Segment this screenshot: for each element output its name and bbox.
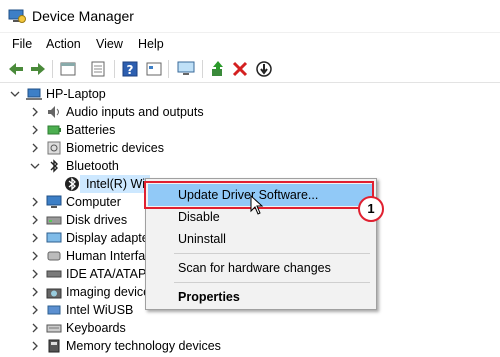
tree-item-label: Keyboards: [66, 321, 126, 335]
forward-icon[interactable]: [28, 59, 48, 79]
update-driver-icon[interactable]: [208, 59, 228, 79]
device-manager-icon: [8, 9, 26, 23]
bluetooth-icon: [50, 159, 58, 173]
ide-controller-icon: [46, 270, 62, 278]
svg-text:?: ?: [127, 63, 134, 77]
camera-icon: [46, 288, 62, 299]
tree-item-batteries[interactable]: Batteries: [0, 121, 500, 139]
chevron-right-icon[interactable]: [30, 283, 40, 301]
tree-root[interactable]: HP-Laptop: [0, 85, 500, 103]
menu-item-properties[interactable]: Properties: [146, 286, 376, 308]
tree-item-memory-technology[interactable]: Memory technology devices: [0, 337, 500, 355]
bluetooth-icon: [65, 177, 79, 191]
menu-view[interactable]: View: [96, 37, 123, 51]
tree-item-keyboards[interactable]: Keyboards: [0, 319, 500, 337]
toolbar: ?: [0, 56, 500, 83]
toolbar-separator: [114, 60, 115, 78]
menu-help[interactable]: Help: [138, 37, 164, 51]
disk-drive-icon: [46, 216, 62, 225]
chevron-right-icon[interactable]: [30, 301, 40, 319]
speaker-icon: [48, 106, 59, 118]
chevron-down-icon[interactable]: [30, 157, 40, 175]
toolbar-separator: [168, 60, 169, 78]
tree-item-label: Batteries: [66, 123, 116, 137]
title-bar: Device Manager: [0, 0, 500, 33]
tree-item-label: Intel WiUSB: [66, 303, 134, 317]
chevron-right-icon[interactable]: [30, 265, 40, 283]
hid-icon: [47, 251, 61, 261]
chevron-down-icon[interactable]: [10, 85, 20, 103]
usb-device-icon: [47, 305, 61, 315]
display-adapter-icon: [46, 232, 62, 243]
laptop-icon: [26, 88, 42, 100]
chevron-right-icon[interactable]: [30, 139, 40, 157]
disable-icon[interactable]: [254, 59, 274, 79]
tree-item-label: Human Interfa: [66, 249, 146, 263]
menu-file[interactable]: File: [12, 37, 32, 51]
chevron-right-icon[interactable]: [30, 211, 40, 229]
tree-item-label: Display adapte: [66, 231, 149, 245]
chevron-right-icon[interactable]: [30, 121, 40, 139]
tree-item-bluetooth[interactable]: Bluetooth: [0, 157, 500, 175]
menu-bar: File Action View Help: [0, 33, 500, 55]
window-title: Device Manager: [32, 8, 134, 24]
show-hidden-icon[interactable]: [88, 59, 108, 79]
chevron-right-icon[interactable]: [30, 337, 40, 355]
uninstall-icon[interactable]: [230, 59, 250, 79]
computer-icon: [46, 195, 62, 208]
view-icon[interactable]: [144, 59, 164, 79]
tree-item-label: Bluetooth: [66, 159, 119, 173]
back-icon[interactable]: [6, 59, 26, 79]
tree-item-label: Biometric devices: [66, 141, 164, 155]
keyboard-icon: [46, 324, 62, 333]
toolbar-separator: [52, 60, 53, 78]
tree-item-label: IDE ATA/ATAPI: [66, 267, 150, 281]
chevron-right-icon[interactable]: [30, 319, 40, 337]
chevron-right-icon[interactable]: [30, 229, 40, 247]
chevron-right-icon[interactable]: [30, 193, 40, 211]
tree-root-label: HP-Laptop: [46, 87, 106, 101]
tree-item-label: Memory technology devices: [66, 339, 221, 353]
menu-item-scan-hardware[interactable]: Scan for hardware changes: [146, 257, 376, 279]
tree-item-label: Audio inputs and outputs: [66, 105, 204, 119]
mouse-cursor-icon: [250, 195, 264, 215]
chevron-right-icon[interactable]: [30, 103, 40, 121]
fingerprint-icon: [47, 141, 61, 155]
menu-item-uninstall[interactable]: Uninstall: [146, 228, 376, 250]
chevron-right-icon[interactable]: [30, 247, 40, 265]
tree-item-biometric[interactable]: Biometric devices: [0, 139, 500, 157]
monitor-icon[interactable]: [176, 59, 196, 79]
help-icon[interactable]: ?: [120, 59, 140, 79]
memory-card-icon: [48, 339, 60, 353]
menu-action[interactable]: Action: [46, 37, 81, 51]
properties-icon[interactable]: [58, 59, 78, 79]
annotation-step-badge: 1: [358, 196, 384, 222]
menu-separator: [174, 253, 370, 254]
menu-separator: [174, 282, 370, 283]
tree-item-label: Computer: [66, 195, 121, 209]
tree-item-label: Imaging device: [66, 285, 151, 299]
tree-item-label: Disk drives: [66, 213, 128, 227]
tree-item-label: Intel(R) Wir: [86, 177, 150, 191]
tree-item-audio[interactable]: Audio inputs and outputs: [0, 103, 500, 121]
battery-icon: [47, 125, 61, 135]
toolbar-separator: [202, 60, 203, 78]
